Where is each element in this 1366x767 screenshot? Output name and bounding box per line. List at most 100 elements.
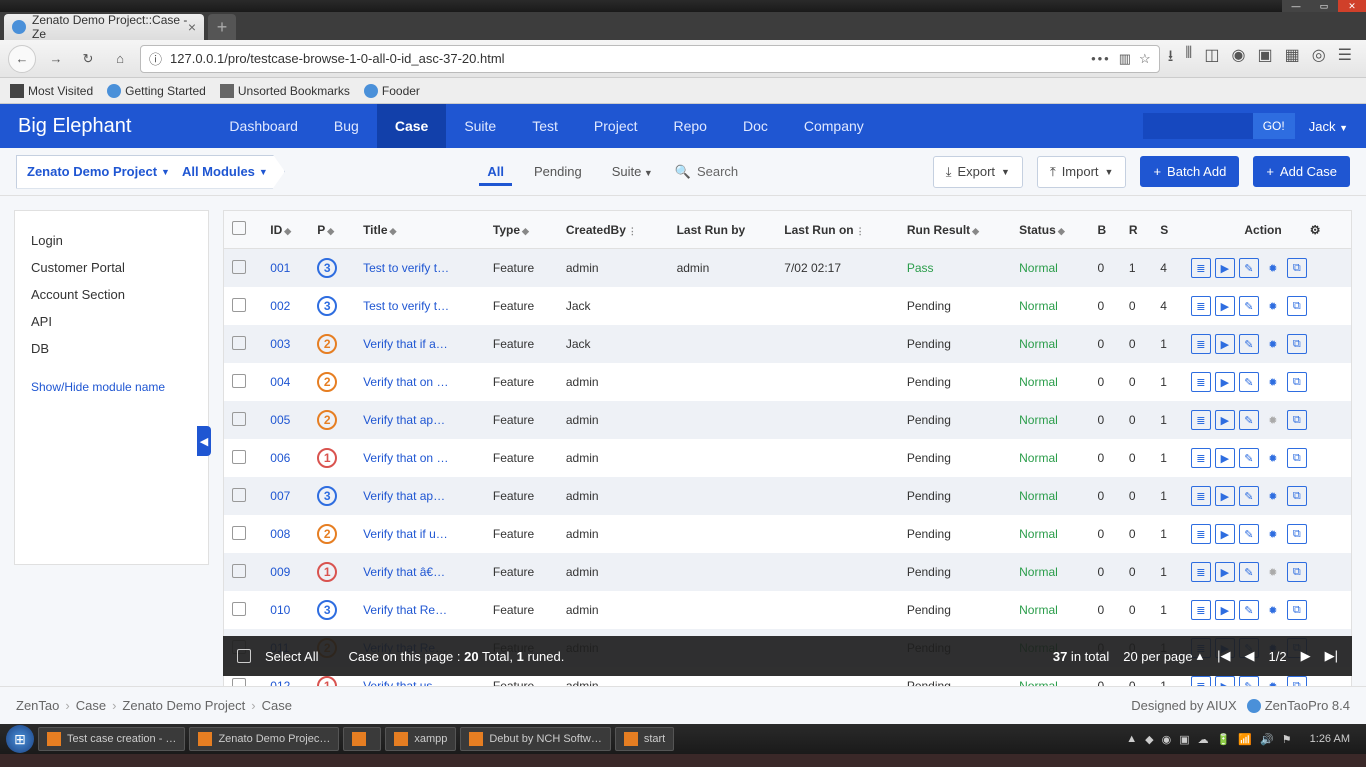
row-checkbox[interactable] (232, 488, 246, 502)
case-title-link[interactable]: Test to verify t… (363, 299, 449, 313)
bookmark-most-visited[interactable]: Most Visited (10, 84, 93, 98)
sidebar-item[interactable]: API (31, 308, 192, 335)
case-id-link[interactable]: 012 (270, 679, 290, 686)
run-icon[interactable]: ▶ (1215, 296, 1235, 316)
sidebar-toggle[interactable]: Show/Hide module name (31, 380, 192, 394)
bug-icon[interactable]: ✹ (1263, 410, 1283, 430)
bug-icon[interactable]: ✹ (1263, 448, 1283, 468)
row-checkbox[interactable] (232, 564, 246, 578)
user-menu[interactable]: Jack ▼ (1309, 119, 1348, 134)
sidebar-icon[interactable]: ◫ (1204, 45, 1219, 72)
header-settings[interactable]: ⚙ (1302, 211, 1352, 249)
tray-icon[interactable]: ▲ (1126, 733, 1137, 745)
case-id-link[interactable]: 002 (270, 299, 290, 313)
copy-icon[interactable]: ⧉ (1287, 676, 1307, 686)
nav-item-test[interactable]: Test (514, 104, 576, 148)
search-button[interactable]: 🔍 Search (675, 164, 738, 180)
edit-icon[interactable]: ✎ (1239, 410, 1259, 430)
taskbar-item[interactable] (343, 727, 381, 751)
tray-icon[interactable]: ◉ (1162, 733, 1172, 746)
case-title-link[interactable]: Verify that â€… (363, 565, 445, 579)
run-icon[interactable]: ▶ (1215, 448, 1235, 468)
header-b[interactable]: B (1090, 211, 1121, 249)
version-badge[interactable]: ZenTaoPro 8.4 (1247, 698, 1350, 713)
select-all-label[interactable]: Select All (265, 649, 318, 664)
run-icon[interactable]: ▶ (1215, 600, 1235, 620)
row-checkbox[interactable] (232, 260, 246, 274)
list-icon[interactable]: ≣ (1191, 524, 1211, 544)
case-title-link[interactable]: Verify that on … (363, 375, 448, 389)
tray-icon[interactable]: 🔋 (1217, 733, 1231, 746)
edit-icon[interactable]: ✎ (1239, 372, 1259, 392)
list-icon[interactable]: ≣ (1191, 486, 1211, 506)
menu-icon[interactable]: ☰ (1338, 45, 1352, 72)
page-actions-icon[interactable]: ••• (1091, 51, 1111, 66)
star-icon[interactable]: ☆ (1139, 51, 1151, 67)
edit-icon[interactable]: ✎ (1239, 676, 1259, 686)
taskbar-item[interactable]: start (615, 727, 674, 751)
case-id-link[interactable]: 009 (270, 565, 290, 579)
row-checkbox[interactable] (232, 374, 246, 388)
brand[interactable]: Big Elephant (18, 115, 131, 138)
case-title-link[interactable]: Verify that us… (363, 679, 444, 686)
bookmark-unsorted[interactable]: Unsorted Bookmarks (220, 84, 350, 98)
ext-icon[interactable]: ◉ (1231, 45, 1245, 72)
list-icon[interactable]: ≣ (1191, 410, 1211, 430)
bug-icon[interactable]: ✹ (1263, 600, 1283, 620)
case-id-link[interactable]: 007 (270, 489, 290, 503)
bug-icon[interactable]: ✹ (1263, 524, 1283, 544)
copy-icon[interactable]: ⧉ (1287, 258, 1307, 278)
search-input[interactable] (1143, 113, 1253, 139)
nav-item-dashboard[interactable]: Dashboard (211, 104, 316, 148)
case-id-link[interactable]: 010 (270, 603, 290, 617)
breadcrumb[interactable]: ZenTao (16, 698, 59, 713)
batch-add-button[interactable]: +Batch Add (1140, 156, 1239, 187)
tray-icon[interactable]: ⚑ (1282, 733, 1292, 746)
bookmark-fooder[interactable]: Fooder (364, 84, 420, 98)
edit-icon[interactable]: ✎ (1239, 296, 1259, 316)
row-checkbox[interactable] (232, 298, 246, 312)
case-title-link[interactable]: Verify that ap… (363, 489, 445, 503)
forward-button[interactable]: → (44, 47, 68, 71)
header-priority[interactable]: P◆ (309, 211, 355, 249)
clock[interactable]: 1:26 AM (1300, 733, 1360, 745)
list-icon[interactable]: ≣ (1191, 600, 1211, 620)
row-checkbox[interactable] (232, 602, 246, 616)
download-icon[interactable]: ⭳ (1168, 45, 1174, 72)
tray-icon[interactable]: ◆ (1145, 733, 1153, 746)
tray-icon[interactable]: ▣ (1179, 733, 1189, 746)
system-tray[interactable]: ▲ ◆ ◉ ▣ ☁ 🔋 📶 🔊 ⚑ 1:26 AM (1126, 733, 1360, 746)
run-icon[interactable]: ▶ (1215, 562, 1235, 582)
back-button[interactable]: ← (8, 45, 36, 73)
list-icon[interactable]: ≣ (1191, 676, 1211, 686)
row-checkbox[interactable] (232, 336, 246, 350)
edit-icon[interactable]: ✎ (1239, 448, 1259, 468)
taskbar-item[interactable]: Debut by NCH Softw… (460, 727, 610, 751)
start-button[interactable]: ⊞ (6, 725, 34, 753)
sidebar-item[interactable]: Account Section (31, 281, 192, 308)
next-page-button[interactable]: ▶ (1301, 648, 1311, 664)
home-button[interactable]: ⌂ (108, 47, 132, 71)
run-icon[interactable]: ▶ (1215, 334, 1235, 354)
header-runresult[interactable]: Run Result◆ (899, 211, 1011, 249)
url-bar[interactable]: ⓘ 127.0.0.1/pro/testcase-browse-1-0-all-… (140, 45, 1160, 73)
header-s[interactable]: S (1152, 211, 1183, 249)
list-icon[interactable]: ≣ (1191, 258, 1211, 278)
header-title[interactable]: Title◆ (355, 211, 485, 249)
nav-item-suite[interactable]: Suite (446, 104, 514, 148)
run-icon[interactable]: ▶ (1215, 372, 1235, 392)
nav-item-doc[interactable]: Doc (725, 104, 786, 148)
bug-icon[interactable]: ✹ (1263, 486, 1283, 506)
browser-tab[interactable]: Zenato Demo Project::Case - Ze × (4, 14, 204, 40)
bug-icon[interactable]: ✹ (1263, 334, 1283, 354)
tab-all[interactable]: All (479, 157, 512, 186)
run-icon[interactable]: ▶ (1215, 486, 1235, 506)
edit-icon[interactable]: ✎ (1239, 486, 1259, 506)
project-module-selector[interactable]: Zenato Demo Project ▼ All Modules ▼ (16, 155, 285, 189)
header-id[interactable]: ID◆ (262, 211, 309, 249)
row-checkbox[interactable] (232, 450, 246, 464)
inbox-icon[interactable]: ▣ (1257, 45, 1272, 72)
header-createdby[interactable]: CreatedBy⋮ (558, 211, 669, 249)
run-icon[interactable]: ▶ (1215, 524, 1235, 544)
edit-icon[interactable]: ✎ (1239, 334, 1259, 354)
